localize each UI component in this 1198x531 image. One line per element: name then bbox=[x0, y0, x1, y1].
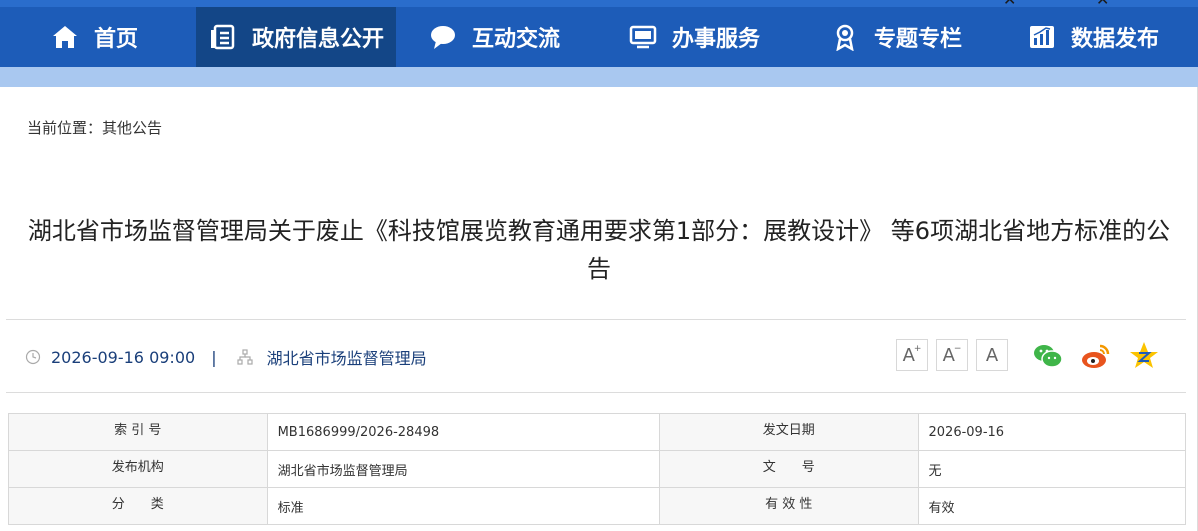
table-row: 索 引 号 MB1686999/2026-28498 发文日期 2026-09-… bbox=[8, 413, 1187, 451]
info-value: MB1686999/2026-28498 bbox=[266, 413, 660, 451]
meta-separator: | bbox=[211, 347, 217, 367]
nav-bottom-band bbox=[0, 67, 1198, 87]
divider bbox=[6, 319, 1186, 320]
nav-label: 政府信息公开 bbox=[252, 27, 385, 52]
info-value: 无 bbox=[917, 450, 1187, 488]
nav-label: 办事服务 bbox=[672, 27, 761, 52]
nav-item-services[interactable]: 办事服务 bbox=[616, 7, 772, 67]
clock-icon bbox=[25, 349, 41, 365]
nav-label: 专题专栏 bbox=[874, 27, 963, 52]
nav-item-topics[interactable]: 专题专栏 bbox=[818, 7, 974, 67]
document-info-table: 索 引 号 MB1686999/2026-28498 发文日期 2026-09-… bbox=[8, 413, 1187, 525]
wechat-icon[interactable] bbox=[1032, 340, 1064, 372]
info-value: 2026-09-16 bbox=[917, 413, 1187, 451]
info-label: 分 类 bbox=[8, 487, 268, 525]
nav-label: 互动交流 bbox=[472, 27, 561, 52]
chat-bubble-icon bbox=[428, 22, 458, 52]
close-icon[interactable]: ✕ bbox=[1003, 0, 1023, 8]
info-label: 文 号 bbox=[658, 450, 919, 488]
document-list-icon bbox=[208, 22, 238, 52]
info-value: 有效 bbox=[917, 487, 1187, 525]
info-value: 标准 bbox=[266, 487, 660, 525]
award-icon bbox=[830, 22, 860, 52]
table-row: 分 类 标准 有 效 性 有效 bbox=[8, 487, 1187, 525]
bar-chart-icon bbox=[1027, 22, 1057, 52]
close-icon[interactable]: ✕ bbox=[1096, 0, 1116, 8]
font-increase-button[interactable]: A + bbox=[896, 339, 928, 371]
nav-item-data[interactable]: 数据发布 bbox=[1015, 7, 1171, 67]
breadcrumb: 当前位置：其他公告 bbox=[27, 119, 163, 137]
info-label: 发文日期 bbox=[658, 413, 919, 451]
nav-label: 首页 bbox=[94, 27, 139, 52]
font-decrease-button[interactable]: A − bbox=[936, 339, 968, 371]
divider bbox=[6, 392, 1186, 393]
info-label: 有 效 性 bbox=[658, 487, 919, 525]
info-label: 索 引 号 bbox=[8, 413, 268, 451]
weibo-icon[interactable] bbox=[1080, 340, 1112, 372]
nav-label: 数据发布 bbox=[1071, 27, 1160, 52]
article-title: 湖北省市场监督管理局关于废止《科技馆展览教育通用要求第1部分：展教设计》 等6项… bbox=[27, 217, 1171, 283]
qzone-icon[interactable] bbox=[1128, 340, 1160, 372]
article-meta: 2026-09-16 09:00 | 湖北省市场监督管理局 bbox=[25, 345, 427, 369]
nav-item-gov-info[interactable]: 政府信息公开 bbox=[196, 7, 396, 67]
home-icon bbox=[50, 22, 80, 52]
organization-icon bbox=[236, 349, 253, 365]
info-value: 湖北省市场监督管理局 bbox=[266, 450, 660, 488]
nav-item-interaction[interactable]: 互动交流 bbox=[416, 7, 572, 67]
table-row: 发布机构 湖北省市场监督管理局 文 号 无 bbox=[8, 450, 1187, 488]
font-reset-button[interactable]: A bbox=[976, 339, 1008, 371]
nav-item-home[interactable]: 首页 bbox=[38, 7, 150, 67]
publish-datetime: 2026-09-16 09:00 bbox=[51, 347, 196, 367]
info-label: 发布机构 bbox=[8, 450, 268, 488]
publisher: 湖北省市场监督管理局 bbox=[266, 349, 427, 368]
monitor-icon bbox=[628, 22, 658, 52]
top-navigation: 首页 政府信息公开 互动交流 办事服务 专题专栏 数据发布 ✕ ✕ bbox=[0, 0, 1198, 67]
